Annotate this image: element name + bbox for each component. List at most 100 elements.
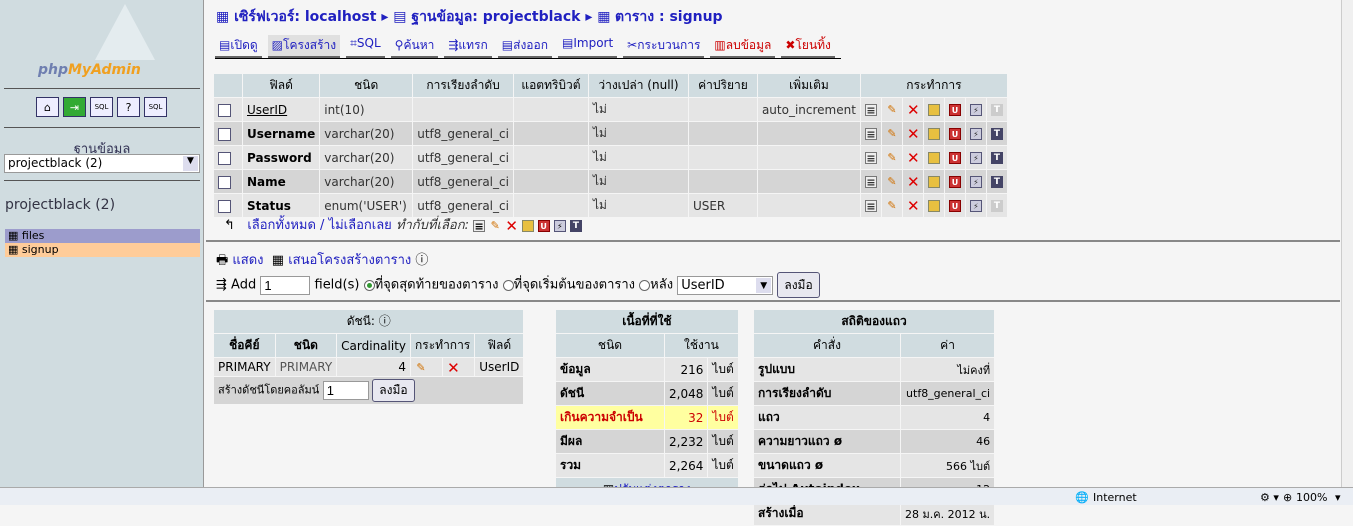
unique-icon[interactable]: U xyxy=(948,176,961,188)
tab-browse[interactable]: ▤เปิดดู xyxy=(215,35,262,58)
stat-label: สร้างเมื่อ xyxy=(754,502,900,525)
field-name: Password xyxy=(243,146,320,169)
breadcrumb-database[interactable]: ฐานข้อมูล: projectblack xyxy=(411,9,580,25)
tab-insert[interactable]: ⇶แทรก xyxy=(444,35,492,58)
primary-key-icon[interactable] xyxy=(927,176,940,188)
column-header: ใช้งาน xyxy=(665,334,738,357)
radio-after[interactable] xyxy=(639,279,651,291)
browse-distinct-icon[interactable]: ≡ xyxy=(864,128,877,141)
chevron-down-icon[interactable]: ▼ xyxy=(756,277,772,293)
edit-pencil-icon[interactable]: ✎ xyxy=(489,219,501,232)
primary-key-icon[interactable] xyxy=(521,219,534,232)
database-name-link[interactable]: projectblack (2) xyxy=(5,197,115,213)
breadcrumb-table[interactable]: ตาราง : signup xyxy=(615,9,723,25)
breadcrumb: ▦ เซิร์ฟเวอร์: localhost ▸ ▤ ฐานข้อมูล: … xyxy=(216,9,723,25)
index-icon[interactable]: ⚡ xyxy=(969,176,982,188)
create-index-go-button[interactable]: ลงมือ xyxy=(372,379,415,402)
unique-icon[interactable]: U xyxy=(948,104,961,116)
propose-structure-link[interactable]: เสนอโครงสร้างตาราง xyxy=(288,253,411,268)
help-icon[interactable]: ⓘ xyxy=(379,314,391,328)
browse-icon[interactable]: ≡ xyxy=(473,219,486,232)
row-checkbox[interactable] xyxy=(218,199,231,213)
row-checkbox[interactable] xyxy=(218,175,231,189)
print-view-link[interactable]: แสดง xyxy=(232,253,263,268)
fulltext-icon[interactable]: T xyxy=(990,200,1003,212)
delete-x-icon[interactable]: ✕ xyxy=(907,175,920,190)
tab-structure[interactable]: ▨โครงสร้าง xyxy=(267,35,341,58)
edit-pencil-icon[interactable]: ✎ xyxy=(886,176,898,188)
fulltext-icon[interactable]: T xyxy=(569,219,582,232)
fulltext-icon[interactable]: T xyxy=(990,152,1003,164)
delete-x-icon[interactable]: ✕ xyxy=(907,103,920,118)
sql-query-icon[interactable]: SQL xyxy=(90,97,113,117)
phpmyadmin-logo[interactable]: phpMyAdmin xyxy=(38,62,141,78)
chevron-down-icon[interactable]: ▼ xyxy=(183,156,198,171)
uncheck-all-link[interactable]: ไม่เลือกเลย xyxy=(329,218,392,233)
tab-drop[interactable]: ✖โยนทิ้ง xyxy=(781,35,835,58)
primary-key-icon[interactable] xyxy=(927,128,940,140)
primary-key-icon[interactable] xyxy=(927,152,940,164)
zoom-level[interactable]: 100% xyxy=(1296,491,1327,504)
tab-export[interactable]: ▤ส่งออก xyxy=(497,35,552,58)
vertical-scrollbar[interactable] xyxy=(1341,0,1353,487)
database-icon: ▤ xyxy=(393,9,412,25)
home-icon[interactable]: ⌂ xyxy=(36,97,59,117)
row-checkbox[interactable] xyxy=(218,127,231,141)
index-icon[interactable]: ⚡ xyxy=(969,200,982,212)
delete-x-icon[interactable]: ✕ xyxy=(907,151,920,166)
fulltext-icon[interactable]: T xyxy=(990,128,1003,140)
edit-pencil-icon[interactable]: ✎ xyxy=(886,152,898,164)
unique-icon[interactable]: U xyxy=(948,152,961,164)
unique-icon[interactable]: U xyxy=(948,200,961,212)
browse-distinct-icon[interactable]: ≡ xyxy=(864,152,877,165)
edit-pencil-icon[interactable]: ✎ xyxy=(886,128,898,140)
browse-distinct-icon[interactable]: ≡ xyxy=(864,176,877,189)
index-icon[interactable]: ⚡ xyxy=(969,104,982,116)
breadcrumb-server[interactable]: เซิร์ฟเวอร์: localhost xyxy=(234,9,376,25)
tab-operations[interactable]: ✂กระบวนการ xyxy=(623,35,705,58)
tab-search[interactable]: ⚲ค้นหา xyxy=(390,35,439,58)
delete-x-icon[interactable]: ✕ xyxy=(907,199,920,214)
delete-x-icon[interactable]: ✕ xyxy=(907,127,920,142)
chevron-down-icon[interactable]: ▾ xyxy=(1335,491,1341,504)
edit-pencil-icon[interactable]: ✎ xyxy=(415,361,427,374)
tab-sql[interactable]: ⌗SQL xyxy=(346,35,385,58)
sidebar-table-signup[interactable]: ▦ signup xyxy=(5,243,200,257)
primary-key-icon[interactable] xyxy=(927,200,940,212)
delete-x-icon[interactable]: ✕ xyxy=(505,218,518,233)
tab-bar: ▤เปิดดู ▨โครงสร้าง ⌗SQL ⚲ค้นหา ⇶แทรก ▤ส่… xyxy=(215,35,841,59)
stat-label: การเรียงลำดับ xyxy=(754,382,900,405)
database-select[interactable]: projectblack (2) ▼ xyxy=(4,154,200,173)
radio-at-beginning[interactable] xyxy=(502,279,514,291)
unique-icon[interactable]: U xyxy=(948,128,961,140)
radio-at-end[interactable] xyxy=(363,279,375,291)
fulltext-icon[interactable]: T xyxy=(990,176,1003,188)
browse-distinct-icon[interactable]: ≡ xyxy=(864,104,877,117)
check-all-link[interactable]: เลือกทั้งหมด xyxy=(247,218,316,233)
delete-x-icon[interactable]: ✕ xyxy=(447,360,460,375)
sidebar-table-files[interactable]: ▦ files xyxy=(5,229,200,243)
index-icon[interactable]: ⚡ xyxy=(553,219,566,232)
tab-empty[interactable]: ▥ลบข้อมูล xyxy=(710,35,776,58)
tab-import[interactable]: ▤Import xyxy=(558,35,618,58)
fulltext-icon[interactable]: T xyxy=(990,104,1003,116)
unique-icon[interactable]: U xyxy=(537,219,550,232)
protected-mode-icon[interactable]: ⚙ ▾ xyxy=(1260,491,1279,504)
go-button[interactable]: ลงมือ xyxy=(777,272,820,298)
browse-distinct-icon[interactable]: ≡ xyxy=(864,200,877,213)
exit-icon[interactable]: ⇥ xyxy=(63,97,86,117)
edit-pencil-icon[interactable]: ✎ xyxy=(886,200,898,212)
create-index-count-input[interactable] xyxy=(322,381,369,400)
field-null: ไม่ xyxy=(588,122,688,145)
after-field-select[interactable]: UserID ▼ xyxy=(677,275,774,295)
sql-docs-icon[interactable]: SQL xyxy=(144,97,167,117)
index-icon[interactable]: ⚡ xyxy=(969,152,982,164)
primary-key-icon[interactable] xyxy=(927,104,940,116)
add-field-count-input[interactable] xyxy=(260,275,311,295)
help-icon[interactable]: ⓘ xyxy=(415,253,428,268)
row-checkbox[interactable] xyxy=(218,103,231,117)
row-checkbox[interactable] xyxy=(218,151,231,165)
help-icon[interactable]: ? xyxy=(117,97,140,117)
edit-pencil-icon[interactable]: ✎ xyxy=(886,104,898,116)
index-icon[interactable]: ⚡ xyxy=(969,128,982,140)
